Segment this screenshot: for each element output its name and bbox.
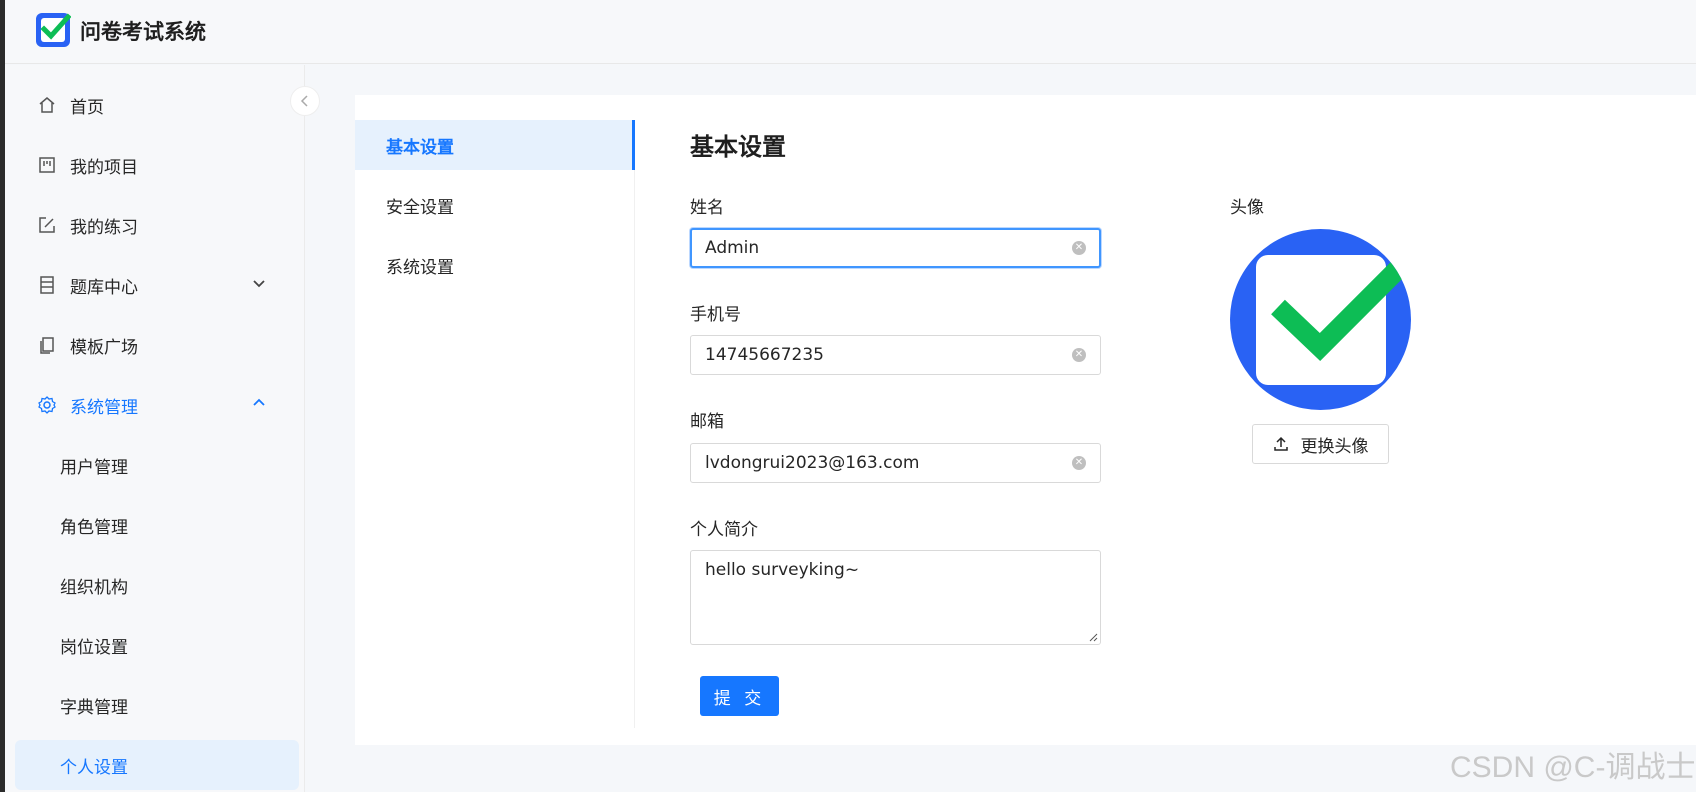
- bio-textarea[interactable]: hello surveyking~: [690, 550, 1101, 645]
- chevron-down-icon: [253, 280, 265, 288]
- watermark: CSDN @C-调战士: [1450, 751, 1696, 784]
- sidebar-item-home[interactable]: 首页: [15, 81, 295, 129]
- avatar-label: 头像: [1230, 198, 1264, 218]
- settings-tab-label: 系统设置: [386, 257, 454, 278]
- upload-icon: [1273, 436, 1288, 451]
- sidebar-item-label: 我的项目: [70, 157, 138, 178]
- chevron-left-icon: [300, 95, 308, 107]
- sidebar-item-label: 系统管理: [70, 397, 138, 418]
- sidebar-subitem-label: 个人设置: [60, 757, 128, 778]
- sidebar-subitem-personal-settings[interactable]: 个人设置: [15, 740, 299, 790]
- sidebar-item-label: 题库中心: [70, 277, 138, 298]
- avatar: [1230, 229, 1411, 410]
- sidebar-collapse-button[interactable]: [290, 86, 320, 116]
- logo-icon: [36, 13, 71, 47]
- home-icon: [39, 97, 55, 113]
- sidebar-subitem-position-settings[interactable]: 岗位设置: [15, 620, 299, 670]
- name-label: 姓名: [690, 198, 724, 218]
- settings-nav: 基本设置 安全设置 系统设置: [355, 120, 635, 728]
- sidebar-item-my-practice[interactable]: 我的练习: [15, 201, 295, 249]
- sidebar-subitem-dictionary[interactable]: 字典管理: [15, 680, 299, 730]
- app-header: 问卷考试系统: [5, 0, 1696, 64]
- settings-tab-label: 基本设置: [386, 137, 454, 158]
- section-title: 基本设置: [690, 133, 786, 161]
- change-avatar-label: 更换头像: [1300, 436, 1369, 457]
- settings-tab-basic[interactable]: 基本设置: [355, 120, 635, 170]
- bio-textarea-value: hello surveyking~: [705, 560, 860, 580]
- bio-label: 个人简介: [690, 520, 758, 540]
- sidebar-item-question-bank[interactable]: 题库中心: [15, 261, 295, 309]
- sidebar-item-my-projects[interactable]: 我的项目: [15, 141, 295, 189]
- settings-tab-system[interactable]: 系统设置: [355, 240, 635, 290]
- sidebar: 首页 我的项目 我的练习 题库中心 模板广场 系统管理 用户管理 角色管理 组织…: [5, 65, 305, 792]
- sidebar-subitem-label: 用户管理: [60, 457, 128, 478]
- email-input-value: lvdongrui2023@163.com: [705, 453, 920, 473]
- sidebar-item-label: 我的练习: [70, 217, 138, 238]
- app-frame: 问卷考试系统 首页 我的项目 我的练习 题库中心 模板广场 系统管理 用户管理 …: [5, 0, 1696, 792]
- resize-grip-icon[interactable]: [1088, 632, 1098, 642]
- sidebar-subitem-role-management[interactable]: 角色管理: [15, 500, 299, 550]
- database-icon: [40, 276, 54, 294]
- sidebar-item-system-management[interactable]: 系统管理: [15, 381, 295, 429]
- project-icon: [39, 157, 55, 173]
- sidebar-subitem-label: 角色管理: [60, 517, 128, 538]
- name-input[interactable]: Admin ✕: [690, 228, 1101, 268]
- settings-tab-security[interactable]: 安全设置: [355, 180, 635, 230]
- phone-input-value: 14745667235: [705, 345, 824, 365]
- clear-icon[interactable]: ✕: [1072, 241, 1086, 255]
- sidebar-subitem-label: 组织机构: [60, 577, 128, 598]
- email-input[interactable]: lvdongrui2023@163.com ✕: [690, 443, 1101, 483]
- submit-button[interactable]: 提 交: [700, 676, 779, 716]
- sidebar-subitem-organization[interactable]: 组织机构: [15, 560, 299, 610]
- sidebar-item-label: 首页: [70, 97, 104, 118]
- sidebar-subitem-label: 岗位设置: [60, 637, 128, 658]
- name-input-value: Admin: [705, 238, 760, 258]
- sidebar-item-label: 模板广场: [70, 337, 138, 358]
- gear-icon: [38, 396, 56, 414]
- change-avatar-button[interactable]: 更换头像: [1252, 424, 1389, 464]
- clear-icon[interactable]: ✕: [1072, 456, 1086, 470]
- sidebar-item-template-square[interactable]: 模板广场: [15, 321, 295, 369]
- sidebar-subitem-label: 字典管理: [60, 697, 128, 718]
- copy-icon: [40, 337, 54, 354]
- clear-icon[interactable]: ✕: [1072, 348, 1086, 362]
- sidebar-subitem-user-management[interactable]: 用户管理: [15, 440, 299, 490]
- settings-tab-label: 安全设置: [386, 197, 454, 218]
- edit-icon: [39, 217, 55, 233]
- email-label: 邮箱: [690, 412, 724, 432]
- app-title: 问卷考试系统: [80, 20, 206, 44]
- avatar-check-icon: [1256, 255, 1408, 385]
- phone-label: 手机号: [690, 305, 741, 325]
- chevron-up-icon: [253, 398, 265, 406]
- settings-card: 基本设置 安全设置 系统设置 基本设置 姓名 Admin ✕ 手机号 14745…: [355, 95, 1696, 745]
- phone-input[interactable]: 14745667235 ✕: [690, 335, 1101, 375]
